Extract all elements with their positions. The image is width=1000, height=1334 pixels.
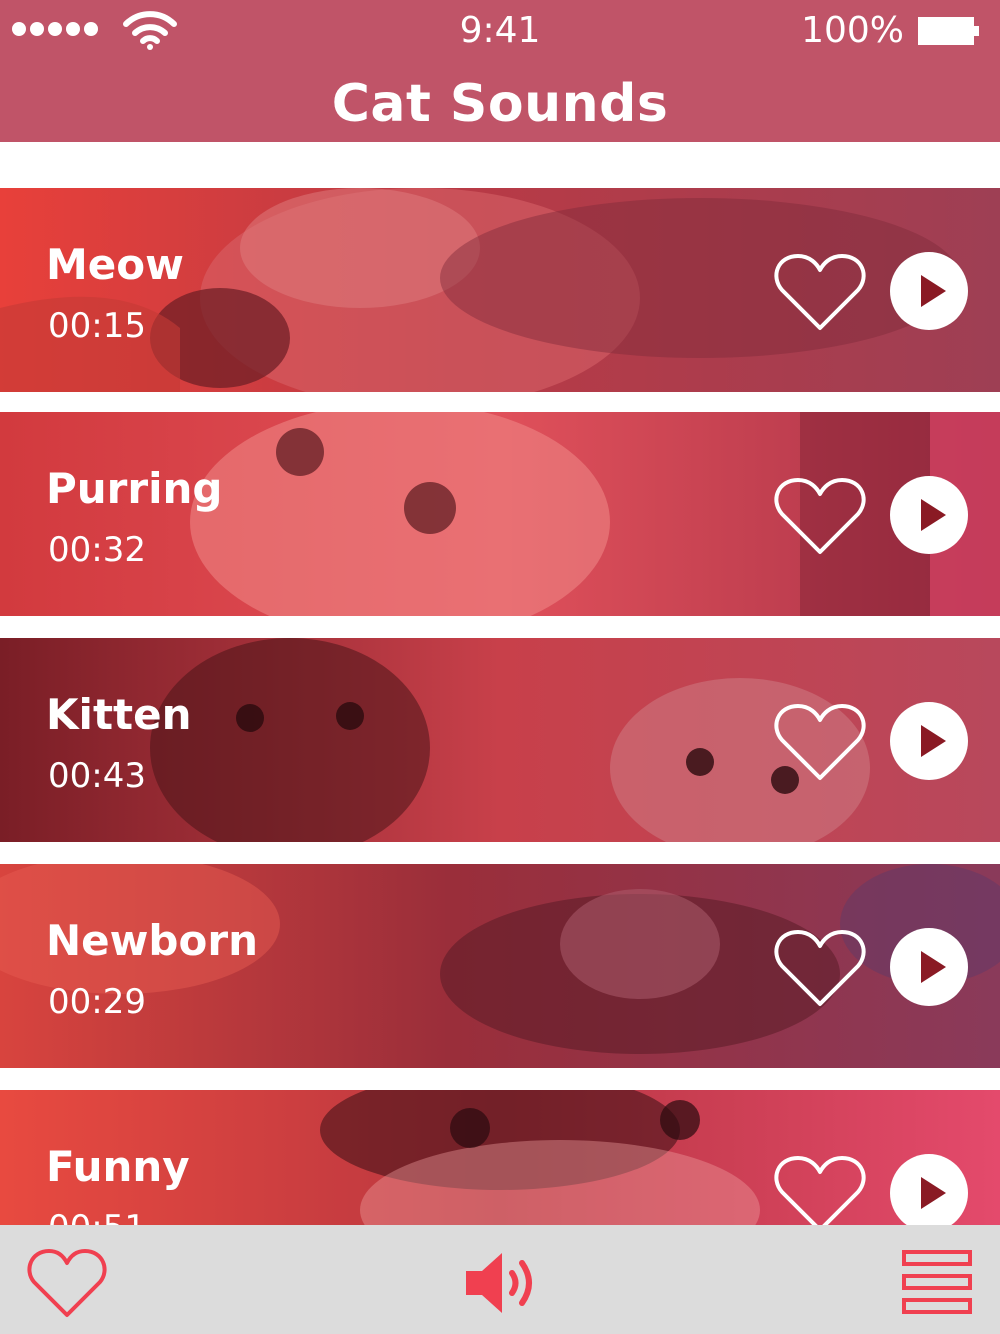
- menu-icon[interactable]: [900, 1249, 974, 1315]
- heart-outline-icon[interactable]: [772, 1152, 868, 1225]
- sound-duration: 00:43: [48, 756, 146, 796]
- sound-name: Purring: [46, 464, 223, 513]
- sound-row[interactable]: Newborn 00:29: [0, 864, 1000, 1068]
- sound-duration: 00:32: [48, 530, 146, 570]
- app-header: 9:41 100% Cat Sounds: [0, 0, 1000, 142]
- heart-icon[interactable]: [26, 1245, 108, 1321]
- sound-name: Funny: [46, 1142, 190, 1191]
- page-title: Cat Sounds: [331, 74, 669, 134]
- sound-name: Newborn: [46, 916, 258, 965]
- play-icon: [921, 951, 946, 983]
- play-icon: [921, 499, 946, 531]
- sound-duration: 00:15: [48, 306, 146, 346]
- play-button[interactable]: [890, 476, 968, 554]
- sound-duration: 00:29: [48, 982, 146, 1022]
- heart-outline-icon[interactable]: [772, 926, 868, 1010]
- play-button[interactable]: [890, 702, 968, 780]
- sound-name: Meow: [46, 240, 184, 289]
- play-button[interactable]: [890, 1154, 968, 1225]
- play-icon: [921, 275, 946, 307]
- battery-icon: [918, 17, 979, 45]
- heart-outline-icon[interactable]: [772, 250, 868, 334]
- battery-percent: 100%: [801, 10, 904, 51]
- sound-row[interactable]: Meow 00:15: [0, 188, 1000, 392]
- speaker-icon[interactable]: [462, 1247, 542, 1319]
- sound-row[interactable]: Kitten 00:43: [0, 638, 1000, 842]
- play-icon: [921, 1177, 946, 1209]
- sound-duration: 00:51: [48, 1208, 146, 1225]
- sound-list[interactable]: Meow 00:15 Purring 00:32 Kitten 00:43 Ne…: [0, 188, 1000, 1225]
- sound-row[interactable]: Purring 00:32: [0, 412, 1000, 616]
- tab-bar: [0, 1225, 1000, 1334]
- play-button[interactable]: [890, 928, 968, 1006]
- play-button[interactable]: [890, 252, 968, 330]
- status-bar: 9:41 100%: [0, 0, 1000, 60]
- heart-outline-icon[interactable]: [772, 474, 868, 558]
- heart-outline-icon[interactable]: [772, 700, 868, 784]
- play-icon: [921, 725, 946, 757]
- sound-name: Kitten: [46, 690, 192, 739]
- sound-row[interactable]: Funny 00:51: [0, 1090, 1000, 1225]
